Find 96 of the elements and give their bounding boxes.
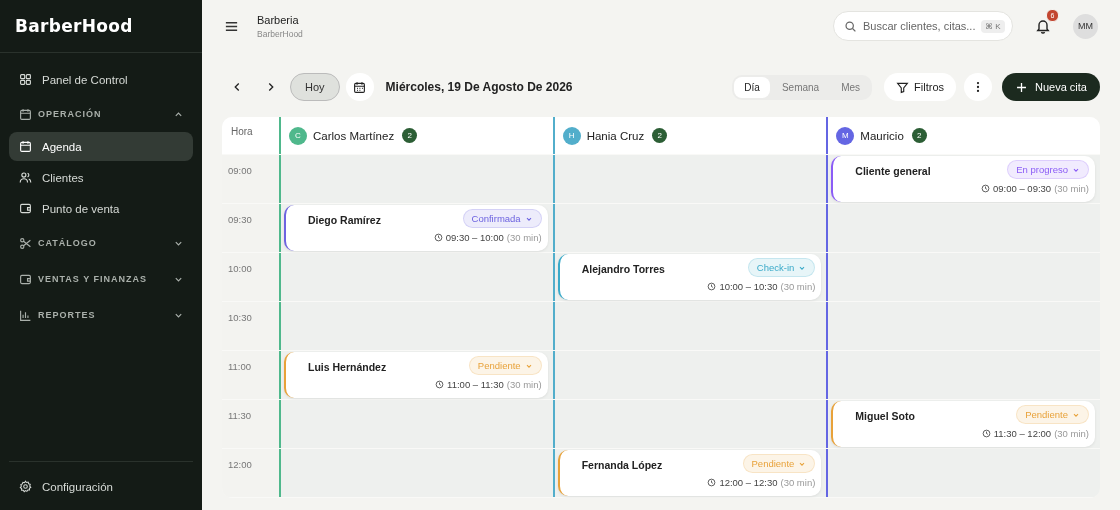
client-name: Cliente general (855, 165, 931, 179)
barber-avatar: M (836, 126, 855, 145)
appointment-duration: (30 min) (506, 379, 542, 390)
time-slot[interactable] (552, 351, 827, 399)
time-slot[interactable] (552, 400, 827, 448)
barber-name: Carlos Martínez (313, 129, 395, 142)
plus-icon (1015, 80, 1028, 94)
new-appointment-button[interactable]: Nueva cita (1002, 73, 1100, 101)
user-avatar[interactable]: MM (1073, 13, 1098, 39)
appointment-duration: (30 min) (1054, 428, 1089, 439)
time-slot[interactable] (279, 449, 553, 497)
hour-label: 10:30 (222, 302, 279, 350)
page-subtitle: BarberHood (257, 28, 303, 39)
users-icon (19, 171, 32, 184)
calendar-icon (19, 140, 32, 153)
nav-section-header[interactable]: CATÁLOGO (9, 227, 193, 259)
clock-icon (707, 282, 717, 291)
status-dropdown[interactable]: En progreso (1007, 160, 1089, 179)
search-icon (844, 19, 857, 33)
current-date: Miércoles, 19 De Agosto De 2026 (385, 80, 573, 94)
client-name: Diego Ramírez (308, 214, 381, 228)
client-name: Miguel Soto (855, 410, 915, 424)
page-title: Barberia (257, 13, 300, 26)
appointment-count: 2 (911, 128, 927, 143)
calendar-icon (353, 80, 367, 94)
time-slot[interactable] (279, 400, 553, 448)
client-name: Luis Hernández (308, 361, 387, 375)
settings-icon (19, 480, 32, 493)
time-slot[interactable] (826, 302, 1100, 350)
hour-column-header: Hora (230, 125, 254, 139)
nav-section-header[interactable]: VENTAS Y FINANZAS (9, 263, 193, 295)
time-slot[interactable] (826, 351, 1100, 399)
calendar-icon (19, 107, 32, 121)
search-field[interactable]: Buscar clientes, citas... (863, 20, 975, 32)
more-options-button[interactable] (964, 73, 992, 101)
wallet-icon (19, 272, 32, 286)
clock-icon (435, 380, 445, 389)
bar-chart-icon (19, 308, 32, 322)
appointment-duration: (30 min) (506, 232, 542, 243)
scissors-icon (19, 236, 32, 250)
today-button[interactable]: Hoy (290, 73, 340, 101)
time-slot[interactable] (279, 155, 553, 203)
appointment-count: 2 (652, 128, 668, 143)
appointment-time: 09:00 – 09:30 (993, 183, 1052, 194)
appointment-duration: (30 min) (780, 281, 816, 292)
nav-section-header[interactable]: REPORTES (9, 299, 193, 331)
appointment-time: 11:00 – 11:30 (447, 379, 504, 390)
appointment-time: 11:30 – 12:00 (993, 428, 1052, 439)
hour-label: 12:00 (222, 449, 279, 497)
nav-section-header[interactable]: OPERACIÓN (9, 98, 193, 130)
barber-avatar: C (289, 126, 307, 145)
filters-button[interactable]: Filtros (884, 73, 956, 101)
appointment-time: 10:00 – 10:30 (719, 281, 778, 292)
hour-label: 10:00 (222, 253, 279, 301)
shortcut-hint: ⌘ K (981, 19, 1005, 33)
barber-avatar: H (562, 126, 581, 145)
barber-name: Hania Cruz (586, 129, 645, 142)
time-slot[interactable] (279, 302, 553, 350)
hour-label: 09:30 (222, 204, 279, 252)
clock-icon (981, 184, 991, 193)
nav-item[interactable]: Panel de Control (9, 65, 193, 94)
status-dropdown[interactable]: Confirmada (462, 209, 542, 228)
hour-label: 11:00 (222, 351, 279, 399)
client-name: Fernanda López (581, 459, 663, 473)
appointment-time: 12:00 – 12:30 (719, 477, 778, 488)
appointment-time: 09:30 – 10:00 (445, 232, 504, 243)
hour-label: 11:30 (222, 400, 279, 448)
appointment-count: 2 (402, 128, 418, 143)
date-picker-button[interactable] (345, 73, 374, 101)
settings-link[interactable]: Configuración (9, 472, 193, 501)
clock-icon (433, 233, 443, 242)
appointment-duration: (30 min) (1054, 183, 1089, 194)
clock-icon (981, 429, 991, 438)
appointment-duration: (30 min) (780, 477, 816, 488)
nav-item[interactable]: Clientes (9, 163, 193, 192)
logo: BarberHood (0, 0, 202, 53)
client-name: Alejandro Torres (581, 263, 665, 277)
clock-icon (707, 478, 717, 487)
time-slot[interactable] (279, 253, 553, 301)
view-tab[interactable]: Semana (771, 76, 830, 98)
view-tab[interactable]: Mes (831, 76, 871, 98)
filter-icon (896, 80, 910, 94)
wallet-icon (19, 202, 32, 215)
time-slot[interactable] (826, 253, 1100, 301)
time-slot[interactable] (552, 302, 827, 350)
dashboard-grid-icon (19, 73, 32, 86)
hour-label: 09:00 (222, 155, 279, 203)
notification-bell-icon[interactable] (1035, 18, 1051, 34)
time-slot[interactable] (552, 204, 827, 252)
time-slot[interactable] (552, 155, 827, 203)
time-slot[interactable] (826, 204, 1100, 252)
nav-item[interactable]: Agenda (9, 132, 193, 161)
time-slot[interactable] (826, 449, 1100, 497)
view-tab[interactable]: Día (734, 76, 770, 98)
nav-item[interactable]: Punto de venta (9, 194, 193, 223)
barber-name: Mauricio (860, 129, 904, 142)
